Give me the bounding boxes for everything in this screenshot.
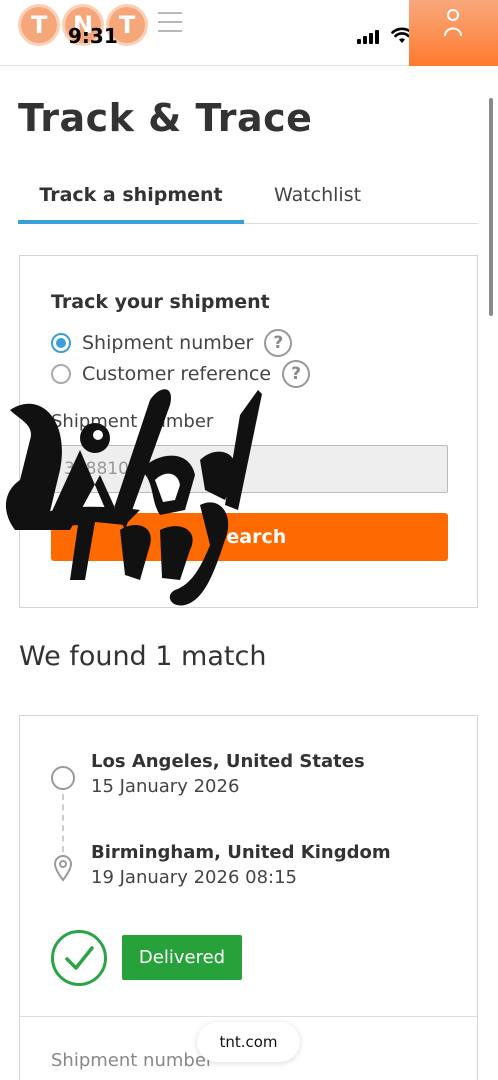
track-form-card: Track your shipment Shipment number ? Cu… xyxy=(19,255,478,608)
signal-icon xyxy=(357,30,379,44)
location-pin-icon xyxy=(53,855,73,882)
destination-city: Birmingham, United Kingdom xyxy=(91,842,391,863)
origin-city: Los Angeles, United States xyxy=(91,751,365,772)
tab-watchlist[interactable]: Watchlist xyxy=(274,184,361,206)
app-header: T N T 9:31 xyxy=(0,0,498,66)
divider xyxy=(20,1016,477,1017)
option-label: Customer reference xyxy=(82,363,272,385)
origin-date: 15 January 2026 xyxy=(91,776,240,797)
status-time: 9:31 xyxy=(68,24,118,48)
origin-circle-icon xyxy=(51,766,75,790)
user-icon[interactable] xyxy=(443,8,463,40)
option-label: Shipment number xyxy=(82,332,254,354)
scrollbar[interactable] xyxy=(489,98,493,316)
radio-selected[interactable] xyxy=(51,333,71,353)
tab-track-shipment[interactable]: Track a shipment xyxy=(18,184,244,206)
page-title: Track & Trace xyxy=(18,96,313,140)
tab-bar: Track a shipment Watchlist xyxy=(18,176,478,224)
logo-letter: T xyxy=(18,4,60,46)
help-icon[interactable]: ? xyxy=(264,329,293,357)
timeline-line xyxy=(62,794,64,852)
results-heading: We found 1 match xyxy=(19,641,267,672)
option-shipment-number[interactable]: Shipment number ? xyxy=(51,329,293,357)
destination: Birmingham, United Kingdom 19 January 20… xyxy=(91,842,391,888)
search-button[interactable]: Search xyxy=(51,513,448,561)
help-icon[interactable]: ? xyxy=(282,360,311,388)
form-heading: Track your shipment xyxy=(51,291,270,313)
status-badge: Delivered xyxy=(122,935,242,980)
menu-icon[interactable] xyxy=(158,12,182,39)
origin: Los Angeles, United States 15 January 20… xyxy=(91,751,365,797)
field-label: Shipment number xyxy=(51,411,214,432)
delivered-check-icon xyxy=(51,930,107,986)
active-tab-indicator xyxy=(18,220,244,224)
destination-date: 19 January 2026 08:15 xyxy=(91,867,297,888)
radio-unselected[interactable] xyxy=(51,364,71,384)
browser-url-bar[interactable]: tnt.com xyxy=(197,1022,300,1062)
shipment-number-label: Shipment number xyxy=(51,1050,214,1071)
option-customer-reference[interactable]: Customer reference ? xyxy=(51,360,311,388)
shipment-number-input[interactable]: 328810162 xyxy=(51,445,448,493)
